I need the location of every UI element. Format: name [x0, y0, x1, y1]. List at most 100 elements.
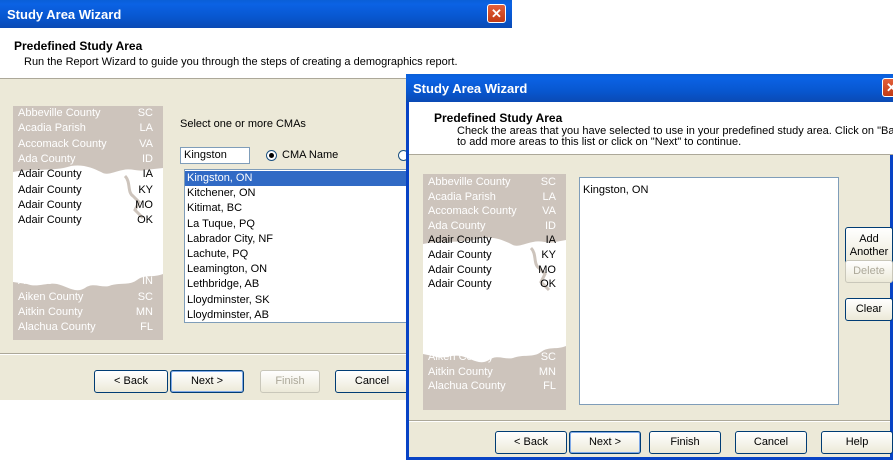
cma-name-radio-label: CMA Name — [282, 149, 339, 161]
county-row[interactable]: Acadia Parish LA — [423, 191, 566, 204]
front-wizard-dialog: Study Area Wizard ✕ Predefined Study Are… — [406, 74, 893, 460]
front-help-button[interactable]: Help — [821, 431, 893, 454]
county-row[interactable]: Adair County KY — [13, 184, 163, 197]
county-name: Aiken County — [428, 351, 494, 364]
county-state: KY — [541, 249, 556, 261]
county-state: OK — [137, 214, 153, 227]
cma-search-input[interactable]: Kingston — [180, 147, 250, 164]
back-subheading: Run the Report Wizard to guide you throu… — [24, 56, 458, 68]
county-row[interactable]: Adams County IL — [423, 322, 566, 335]
cma-list-item[interactable]: Labrador City, NF — [185, 232, 423, 247]
county-row[interactable]: Adams County IN — [423, 337, 566, 350]
county-row[interactable]: Adair County IA — [423, 234, 566, 247]
cma-list-item[interactable]: Kitimat, BC — [185, 201, 423, 216]
county-row[interactable]: Ada County ID — [423, 220, 566, 233]
county-row[interactable]: Accomack County VA — [423, 205, 566, 218]
county-name: Aiken County — [18, 290, 84, 303]
county-state: FL — [140, 321, 153, 334]
front-next-button[interactable]: Next > — [569, 431, 641, 454]
county-name: Adair County — [428, 263, 492, 276]
cma-list-item[interactable]: Lloydminster, SK — [185, 293, 423, 308]
county-name: Abbeville County — [428, 176, 511, 188]
county-row[interactable]: Adams County CO — [423, 293, 566, 306]
cma-name-radio[interactable] — [266, 150, 277, 161]
county-row[interactable]: Accomack County VA — [13, 138, 163, 151]
county-row[interactable]: Adair County MO — [13, 199, 163, 212]
selected-areas-listbox[interactable]: Kingston, ON — [579, 177, 839, 405]
county-state: VA — [139, 137, 153, 150]
county-row[interactable]: Adair County OK — [13, 214, 163, 227]
county-name: Adair County — [18, 214, 82, 227]
front-cancel-button[interactable]: Cancel — [735, 431, 807, 454]
back-back-button[interactable]: < Back — [94, 370, 168, 393]
county-row[interactable]: Adams County ID — [423, 307, 566, 320]
county-state: CO — [136, 229, 154, 242]
clear-button[interactable]: Clear — [845, 298, 893, 321]
county-row[interactable]: Adair County IA — [13, 168, 163, 181]
front-back-button[interactable]: < Back — [495, 431, 567, 454]
add-another-label-2: Another — [849, 246, 889, 258]
county-row[interactable]: Aitkin County MN — [423, 366, 566, 379]
back-finish-button[interactable]: Finish — [260, 370, 320, 393]
county-name: Adair County — [428, 249, 492, 261]
county-state: SC — [540, 176, 556, 188]
county-row[interactable]: Ada County ID — [13, 153, 163, 166]
back-title-bar: Study Area Wizard ✕ — [0, 0, 512, 28]
back-next-button[interactable]: Next > — [170, 370, 244, 393]
county-row[interactable]: Adair County MO — [423, 264, 566, 277]
county-name: Adams County — [428, 292, 501, 305]
county-row[interactable]: Alachua County FL — [13, 321, 163, 334]
county-row[interactable]: Adams County ID — [13, 245, 163, 258]
delete-button[interactable]: Delete — [845, 260, 893, 283]
back-header: Predefined Study Area Run the Report Wiz… — [0, 28, 512, 79]
county-name: Adair County — [428, 278, 492, 291]
county-row[interactable]: Adair County OK — [423, 278, 566, 291]
select-cma-label: Select one or more CMAs — [180, 118, 306, 130]
county-name: Adams County — [428, 336, 501, 349]
county-state: MO — [135, 198, 153, 211]
front-header: Predefined Study Area Check the areas th… — [409, 102, 893, 155]
county-row[interactable]: Aiken County SC — [13, 291, 163, 304]
back-county-panel: Abbeville County SC Acadia Parish LA Accomac… — [13, 106, 163, 340]
cma-listbox[interactable]: Kingston, ON Kitchener, ON Kitimat, BC La T… — [184, 169, 424, 323]
county-row[interactable]: Adams County IL — [13, 260, 163, 273]
cma-list-item[interactable]: Kitchener, ON — [185, 186, 423, 201]
county-row[interactable]: Abbeville County SC — [423, 176, 566, 189]
county-name: Adams County — [18, 229, 91, 242]
county-state: ID — [142, 152, 153, 165]
county-state: IA — [142, 168, 153, 181]
front-subheading-2: to add more areas to this list or click … — [457, 136, 742, 148]
county-row[interactable]: Aitkin County MN — [13, 306, 163, 319]
front-heading: Predefined Study Area — [434, 111, 563, 125]
county-row[interactable]: Adams County IN — [13, 275, 163, 288]
county-row[interactable]: Adams County CO — [13, 229, 163, 242]
county-state: LA — [542, 190, 556, 203]
county-state: MN — [135, 305, 153, 318]
front-close-button[interactable]: ✕ — [882, 78, 893, 97]
cma-list-item[interactable]: Leamington, ON — [185, 262, 423, 277]
back-close-button[interactable]: ✕ — [487, 4, 506, 23]
back-cancel-button[interactable]: Cancel — [335, 370, 409, 393]
cma-list-item[interactable]: La Tuque, PQ — [185, 217, 423, 232]
county-row[interactable]: Abbeville County SC — [13, 107, 163, 120]
county-row[interactable]: Aiken County SC — [423, 351, 566, 364]
county-name: Accomack County — [18, 137, 107, 150]
county-row[interactable]: Adair County KY — [423, 249, 566, 262]
county-state: CO — [539, 292, 557, 305]
cma-list-item[interactable]: Lachute, PQ — [185, 247, 423, 262]
county-name: Accomack County — [428, 205, 517, 218]
cma-list-item[interactable]: Lethbridge, AB — [185, 277, 423, 292]
selected-area-item[interactable]: Kingston, ON — [580, 184, 838, 197]
county-name: Adams County — [18, 260, 91, 272]
county-name: Adams County — [18, 275, 91, 288]
county-state: OK — [540, 278, 556, 291]
county-row[interactable]: Acadia Parish LA — [13, 122, 163, 135]
cma-list-item[interactable]: Kingston, ON — [185, 171, 423, 187]
county-row[interactable]: Alachua County FL — [423, 380, 566, 393]
county-name: Alachua County — [18, 321, 96, 334]
county-state: FL — [543, 380, 556, 393]
county-name: Adair County — [428, 234, 492, 247]
front-finish-button[interactable]: Finish — [649, 431, 721, 454]
county-state: IL — [143, 260, 153, 272]
cma-list-item[interactable]: Lloydminster, AB — [185, 308, 423, 322]
